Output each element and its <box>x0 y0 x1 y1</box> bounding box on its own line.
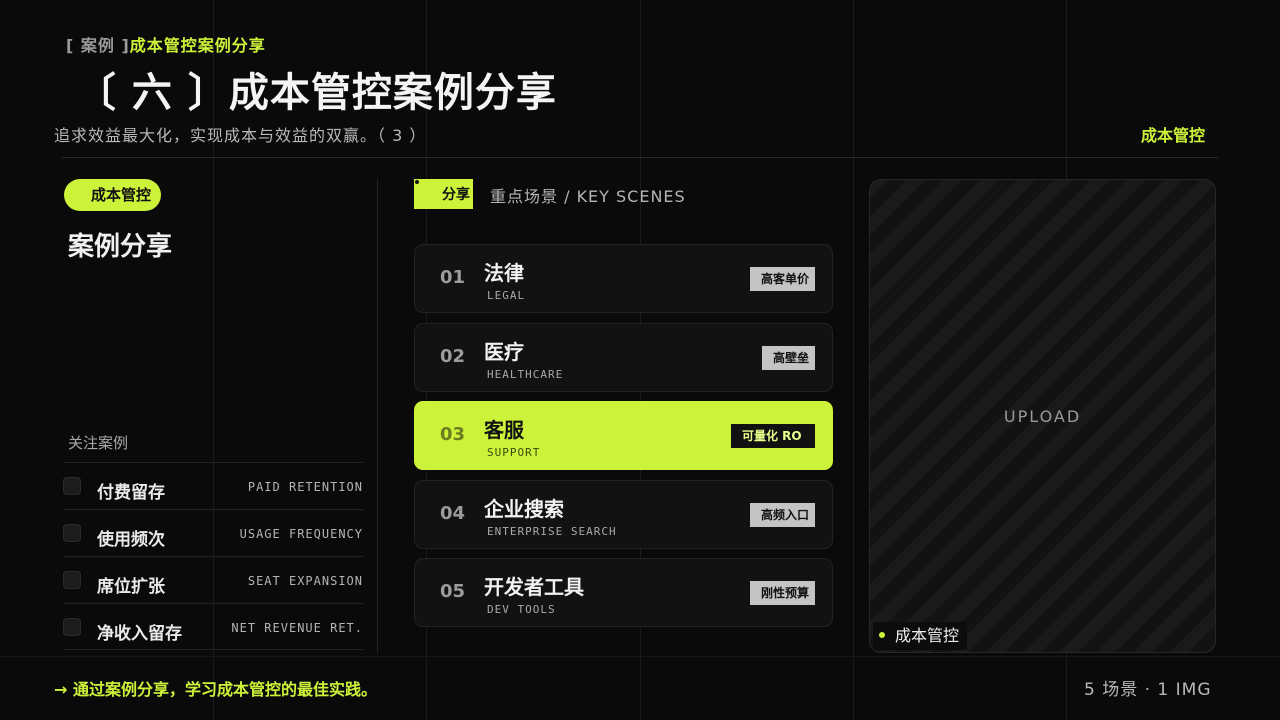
section-title: 案例分享 <box>68 232 173 262</box>
scene-number: 05 <box>440 581 466 602</box>
scene-badge: 刚性预算 <box>750 581 815 605</box>
scene-badge: 高客单价 <box>750 267 815 291</box>
checkbox[interactable] <box>63 477 81 495</box>
kicker-text: 成本管控案例分享 <box>129 36 266 55</box>
page-subtitle: 追求效益最大化，实现成本与效益的双赢。（ 3 ） <box>54 126 427 145</box>
scene-number: 01 <box>440 267 466 288</box>
scene-title: 开发者工具 <box>484 575 584 599</box>
checkbox[interactable] <box>63 524 81 542</box>
scene-title: 客服 <box>484 418 524 442</box>
focus-item-label: 付费留存 <box>97 483 165 503</box>
scene-card[interactable]: 02 医疗 HEALTHCARE 高壁垒 <box>414 323 833 392</box>
focus-item[interactable]: 席位扩张 SEAT EXPANSION <box>63 556 363 603</box>
scene-badge: 可量化 RO <box>731 424 815 448</box>
scene-card[interactable]: 04 企业搜索 ENTERPRISE SEARCH 高频入口 <box>414 480 833 549</box>
page-title: 〔 六 〕成本管控案例分享 <box>76 70 557 116</box>
focus-list: 付费留存 PAID RETENTION 使用频次 USAGE FREQUENCY… <box>63 462 363 650</box>
footer-count: 5 场景 · 1 IMG <box>1084 680 1212 700</box>
scene-subtitle: ENTERPRISE SEARCH <box>487 525 617 538</box>
scene-card-active[interactable]: 03 客服 SUPPORT 可量化 RO <box>414 401 833 470</box>
kicker-bracket: [ 案例 ] <box>66 36 130 55</box>
checkbox[interactable] <box>63 618 81 636</box>
scene-number: 04 <box>440 503 466 524</box>
scene-badge: 高频入口 <box>750 503 815 527</box>
upload-label: UPLOAD <box>1003 407 1082 426</box>
scene-subtitle: HEALTHCARE <box>487 368 564 381</box>
grid-line <box>853 0 854 720</box>
scene-subtitle: LEGAL <box>487 289 526 302</box>
footer-takeaway: → 通过案例分享，学习成本管控的最佳实践。 <box>54 680 377 699</box>
grid-line <box>0 656 1280 657</box>
image-caption: 成本管控 <box>873 622 968 650</box>
image-caption-text: 成本管控 <box>895 626 960 645</box>
header-divider <box>62 157 1218 158</box>
scene-number: 02 <box>440 346 466 367</box>
kicker: [ 案例 ]成本管控案例分享 <box>66 32 266 56</box>
scene-badge: 高壁垒 <box>762 346 815 370</box>
checkbox[interactable] <box>63 571 81 589</box>
scene-subtitle: SUPPORT <box>487 446 541 459</box>
scene-card[interactable]: 01 法律 LEGAL 高客单价 <box>414 244 833 313</box>
scene-title: 法律 <box>484 261 524 285</box>
topic-tag: 成本管控 <box>1141 126 1206 145</box>
focus-item[interactable]: 付费留存 PAID RETENTION <box>63 462 363 509</box>
scene-title: 医疗 <box>484 340 524 364</box>
image-upload-placeholder[interactable]: UPLOAD 成本管控 <box>869 179 1216 653</box>
scene-subtitle: DEV TOOLS <box>487 603 556 616</box>
focus-item-english: PAID RETENTION <box>247 480 363 494</box>
focus-item[interactable]: 使用频次 USAGE FREQUENCY <box>63 509 363 556</box>
focus-item-english: NET REVENUE RET. <box>231 621 363 635</box>
scenes-heading: 重点场景 / KEY SCENES <box>490 187 686 206</box>
topic-pill: 成本管控 <box>64 179 161 211</box>
share-tag: 分享 <box>414 179 473 209</box>
scene-number: 03 <box>440 424 466 445</box>
focus-item-label: 使用频次 <box>97 530 165 550</box>
scene-card[interactable]: 05 开发者工具 DEV TOOLS 刚性预算 <box>414 558 833 627</box>
column-divider <box>377 179 378 653</box>
focus-item-label: 席位扩张 <box>97 577 165 597</box>
focus-item-english: USAGE FREQUENCY <box>239 527 363 541</box>
focus-item[interactable]: 净收入留存 NET REVENUE RET. <box>63 603 363 650</box>
bullet-dot-icon <box>879 632 885 638</box>
focus-item-label: 净收入留存 <box>97 624 182 644</box>
focus-item-english: SEAT EXPANSION <box>247 574 363 588</box>
scene-title: 企业搜索 <box>484 497 564 521</box>
focus-label: 关注案例 <box>68 434 129 452</box>
